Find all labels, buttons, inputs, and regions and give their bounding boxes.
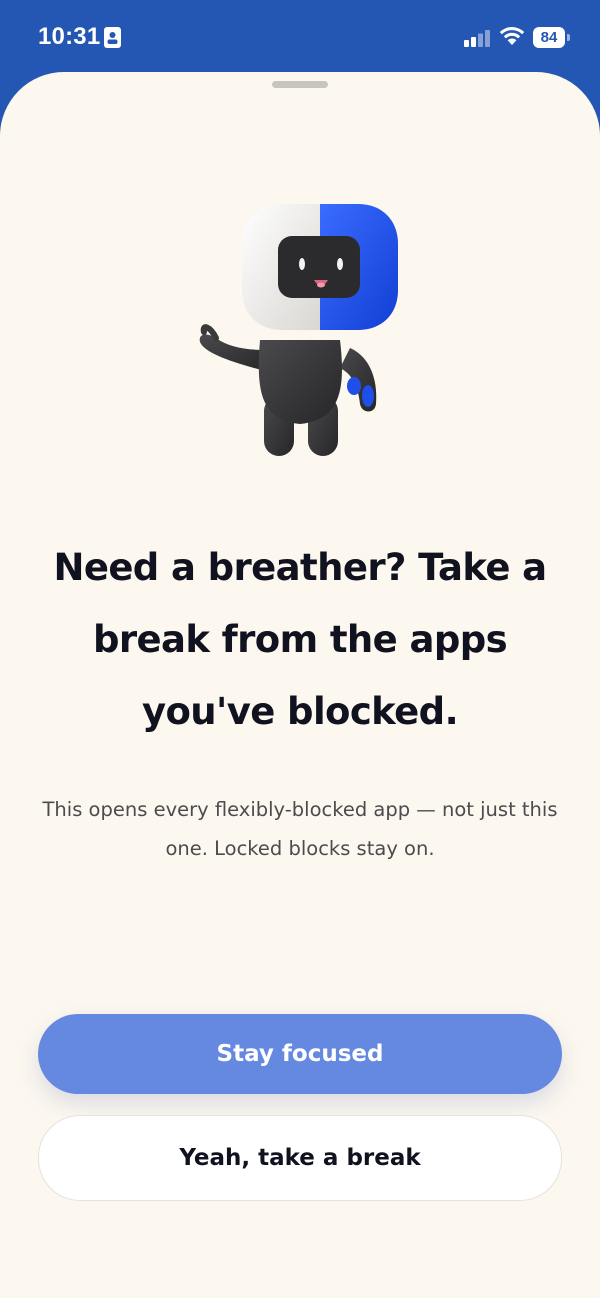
mascot-character-icon — [199, 204, 398, 456]
id-badge-icon — [104, 27, 121, 48]
headline: Need a breather? Take a break from the a… — [53, 546, 547, 733]
description-text: This opens every flexibly-blocked app — … — [42, 798, 558, 860]
bottom-sheet: Need a breather? Take a break from the a… — [0, 72, 600, 1298]
take-a-break-button[interactable]: Yeah, take a break — [38, 1115, 562, 1201]
stay-focused-button[interactable]: Stay focused — [38, 1014, 562, 1094]
cellular-signal-icon — [464, 30, 490, 47]
battery-cap — [567, 34, 570, 41]
wifi-icon — [499, 27, 525, 45]
battery-icon: 84 — [533, 27, 571, 48]
sheet-grabber-handle[interactable] — [272, 81, 328, 88]
status-time: 10:31 — [38, 23, 101, 50]
status-bar: 10:31 84 — [0, 0, 600, 76]
battery-level: 84 — [533, 27, 565, 48]
